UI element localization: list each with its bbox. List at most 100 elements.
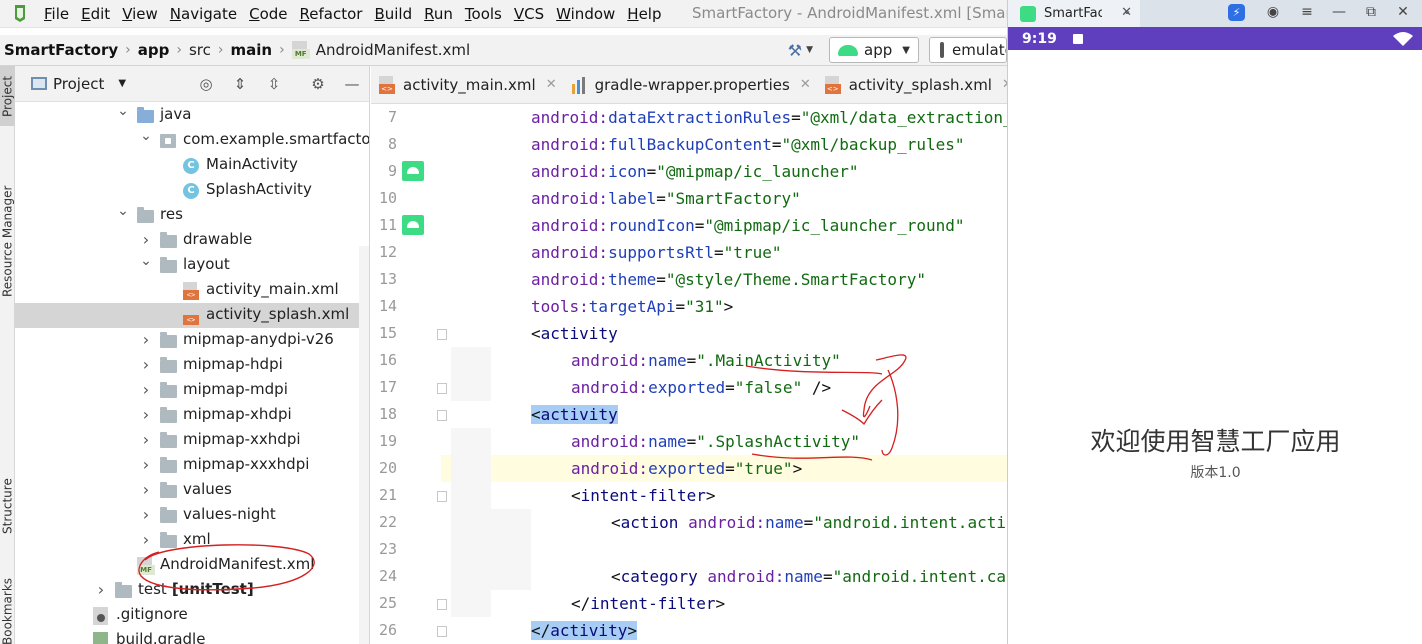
tree-item[interactable]: › values-night — [15, 503, 369, 528]
tree-item[interactable]: <> activity_splash.xml — [15, 303, 369, 328]
close-icon[interactable]: ✕ — [546, 77, 557, 92]
tree-item[interactable]: › mipmap-anydpi-v26 — [15, 328, 369, 353]
tree-item[interactable]: build.gradle — [15, 628, 369, 644]
tree-item[interactable]: › drawable — [15, 228, 369, 253]
menu-build[interactable]: Build — [374, 5, 412, 23]
lightning-icon[interactable]: ⚡ — [1228, 4, 1245, 21]
locate-file-icon[interactable]: ◎ — [197, 75, 215, 93]
chevron-right-icon[interactable]: › — [140, 480, 152, 499]
tree-item[interactable]: › values — [15, 478, 369, 503]
project-panel-title[interactable]: Project — [53, 75, 104, 93]
menu-edit[interactable]: Edit — [81, 5, 110, 23]
chevron-down-icon[interactable]: ⌄ — [1118, 4, 1136, 17]
xml-file-icon: <> — [379, 75, 395, 94]
chevron-down-icon[interactable]: ⌄ — [117, 203, 129, 219]
tree-item[interactable]: › mipmap-xxxhdpi — [15, 453, 369, 478]
breadcrumb-file[interactable]: AndroidManifest.xml — [316, 41, 470, 59]
menu-run[interactable]: Run — [424, 5, 453, 23]
line-number: 21 — [378, 486, 397, 504]
java-class-icon: C — [183, 158, 199, 174]
emulator-window: SmartFactory ✕ ⌄ ⚡ ◉ ≡ — ⧉ ✕ 9:19 欢迎使用智慧… — [1007, 0, 1422, 644]
tree-item[interactable]: .gitignore — [15, 603, 369, 628]
run-configuration-select[interactable]: app ▼ — [829, 37, 919, 63]
chevron-right-icon[interactable]: › — [140, 330, 152, 349]
tree-item-label: mipmap-anydpi-v26 — [183, 330, 334, 348]
side-tab-structure[interactable]: Structure — [0, 461, 15, 551]
menu-window[interactable]: Window — [556, 5, 615, 23]
side-tab-bookmarks[interactable]: Bookmarks — [0, 566, 15, 644]
gear-icon[interactable]: ⚙ — [309, 75, 327, 93]
code-line: <intent-filter> — [441, 482, 1007, 509]
menu-view[interactable]: View — [122, 5, 158, 23]
tree-item[interactable]: › mipmap-mdpi — [15, 378, 369, 403]
chevron-right-icon[interactable]: › — [140, 380, 152, 399]
tree-item[interactable]: ⌄ com.example.smartfactory — [15, 128, 369, 153]
restore-icon[interactable]: ⧉ — [1362, 4, 1380, 20]
chevron-right-icon[interactable]: › — [140, 405, 152, 424]
tree-item[interactable]: › mipmap-xxhdpi — [15, 428, 369, 453]
breadcrumb-project[interactable]: SmartFactory — [4, 41, 118, 59]
chevron-down-icon[interactable]: ⌄ — [140, 253, 152, 269]
minimize-icon[interactable]: — — [1330, 4, 1348, 20]
chevron-down-icon[interactable]: ⌄ — [117, 103, 129, 119]
minimize-icon[interactable]: — — [343, 75, 361, 93]
chevron-right-icon[interactable]: › — [140, 355, 152, 374]
menu-file[interactable]: File — [44, 5, 69, 23]
chevron-down-icon[interactable]: ⌄ — [140, 128, 152, 144]
menu-icon[interactable]: ≡ — [1298, 4, 1316, 20]
tree-item[interactable]: C SplashActivity — [15, 178, 369, 203]
tree-item[interactable]: ⌄ java — [15, 103, 369, 128]
menu-vcs[interactable]: VCS — [514, 5, 544, 23]
tree-item-label: mipmap-xhdpi — [183, 405, 292, 423]
tree-item[interactable]: <> activity_main.xml — [15, 278, 369, 303]
editor-tab[interactable]: <> activity_main.xml ✕ — [371, 66, 563, 104]
folder-icon — [160, 232, 177, 248]
chevron-right-icon[interactable]: › — [140, 230, 152, 249]
side-tab-resource-manager[interactable]: Resource Manager — [0, 166, 15, 316]
xml-file-icon: <> — [183, 307, 199, 325]
expand-all-icon[interactable]: ⇕ — [231, 75, 249, 93]
tree-item-label: mipmap-xxhdpi — [183, 430, 301, 448]
menu-navigate[interactable]: Navigate — [170, 5, 237, 23]
breadcrumb-src[interactable]: src — [189, 41, 211, 59]
chevron-right-icon[interactable]: › — [140, 505, 152, 524]
tree-item[interactable]: › mipmap-hdpi — [15, 353, 369, 378]
code-line: </activity> — [531, 621, 637, 640]
line-number: 16 — [378, 351, 397, 369]
chevron-down-icon[interactable]: ▼ — [806, 45, 813, 55]
build-hammer-icon[interactable]: ⚒ — [788, 41, 802, 60]
menu-code[interactable]: Code — [249, 5, 287, 23]
code-area[interactable]: android:dataExtractionRules="@xml/data_e… — [441, 104, 1007, 644]
tree-item[interactable]: › mipmap-xhdpi — [15, 403, 369, 428]
close-icon[interactable]: ✕ — [1394, 4, 1412, 20]
project-scrollbar[interactable] — [359, 246, 369, 644]
android-resource-icon[interactable] — [402, 161, 424, 181]
menu-tools[interactable]: Tools — [465, 5, 502, 23]
tree-item-label: values-night — [183, 505, 276, 523]
line-number: 8 — [387, 135, 397, 153]
editor-tab-label: activity_splash.xml — [848, 75, 992, 94]
code-line: android:exported="true"> — [441, 455, 1007, 482]
chevron-right-icon[interactable]: › — [140, 455, 152, 474]
device-select[interactable]: emulator-5554 — [929, 37, 1007, 63]
side-tab-project[interactable]: Project — [0, 66, 15, 126]
tree-item[interactable]: ⌄ res — [15, 203, 369, 228]
xml-file-icon: <> — [824, 75, 841, 94]
chevron-down-icon[interactable]: ▼ — [118, 78, 126, 89]
chevron-right-icon[interactable]: › — [140, 430, 152, 449]
menu-refactor[interactable]: Refactor — [300, 5, 363, 23]
editor-tab[interactable]: <>activity_splash.xml✕ — [817, 66, 1007, 104]
menu-help[interactable]: Help — [627, 5, 661, 23]
tree-item[interactable]: C MainActivity — [15, 153, 369, 178]
close-icon[interactable]: ✕ — [800, 77, 811, 92]
editor-tab[interactable]: gradle-wrapper.properties ✕ — [563, 66, 817, 104]
breadcrumb-module[interactable]: app — [138, 41, 170, 59]
tree-item[interactable]: ⌄ layout — [15, 253, 369, 278]
breadcrumb-main[interactable]: main — [231, 41, 273, 59]
account-icon[interactable]: ◉ — [1264, 4, 1282, 20]
collapse-all-icon[interactable]: ⇳ — [265, 75, 283, 93]
editor-tabs: <> activity_main.xml ✕ gradle-wrapper.prope… — [371, 66, 1007, 104]
android-resource-icon[interactable] — [402, 215, 424, 235]
chevron-right-icon[interactable]: › — [95, 580, 107, 599]
breadcrumb-separator-icon: › — [217, 42, 224, 58]
